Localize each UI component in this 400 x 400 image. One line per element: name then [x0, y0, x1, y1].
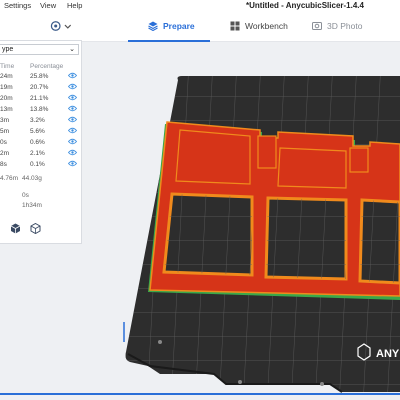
total-time: 1h34m [22, 202, 42, 209]
table-row: 2m 2.1% [0, 149, 80, 160]
table-row: 24m 25.8% [0, 72, 80, 83]
table-row: 8s 0.1% [0, 160, 80, 171]
row-percentage: 2.1% [30, 150, 45, 157]
bottom-accent-line [0, 393, 400, 395]
row-time: 13m [0, 106, 13, 113]
view-orientation-button[interactable] [50, 19, 72, 33]
cube-wireframe-icon [30, 222, 41, 235]
row-percentage: 20.7% [30, 84, 49, 91]
cube-wireframe-view-button[interactable] [30, 222, 42, 235]
row-time: 2m [0, 150, 10, 157]
brand-text: ANY [376, 348, 400, 360]
eye-icon[interactable] [67, 94, 78, 103]
main-toolbar: Prepare Workbench 3D Photo [0, 10, 400, 42]
model-post [349, 147, 369, 173]
menu-help[interactable]: Help [67, 1, 82, 10]
row-time: 5m [0, 128, 10, 135]
row-percentage: 25.8% [30, 73, 49, 80]
tab-3d-photo-label: 3D Photo [327, 21, 363, 31]
chevron-down-icon [64, 24, 72, 29]
window-grid [266, 198, 346, 279]
row-time: 8s [0, 161, 7, 168]
menu-view[interactable]: View [40, 1, 56, 10]
filament-weight: 44.03g [22, 175, 42, 182]
eye-icon[interactable] [67, 105, 78, 114]
row-time: 19m [0, 84, 13, 91]
row-time: 3m [0, 117, 10, 124]
line-type-select[interactable]: ype ⌄ [0, 44, 79, 55]
window-grid [164, 194, 252, 275]
table-row: 13m 13.8% [0, 105, 80, 116]
percentage-header: Percentage [30, 63, 64, 70]
eye-icon[interactable] [67, 138, 78, 147]
row-percentage: 0.6% [30, 139, 45, 146]
cube-stack-icon [148, 21, 158, 31]
table-row: 0s 0.6% [0, 138, 80, 149]
slice-stats-panel: ype ⌄ Time Percentage 24m 25.8% 19m 20.7% … [0, 40, 82, 244]
title-bar: Settings View Help *Untitled - AnycubicS… [0, 0, 400, 10]
eye-icon[interactable] [67, 72, 78, 81]
row-percentage: 0.1% [30, 161, 45, 168]
row-percentage: 3.2% [30, 117, 45, 124]
row-percentage: 13.8% [30, 106, 49, 113]
time-header: Time [0, 63, 15, 70]
eye-icon[interactable] [67, 116, 78, 125]
tab-3d-photo[interactable]: 3D Photo [312, 21, 362, 31]
row-percentage: 21.1% [30, 95, 49, 102]
filament-length: 4.76m [0, 175, 19, 182]
bed-screw [238, 380, 242, 384]
tab-prepare-label: Prepare [163, 21, 195, 31]
prepare-time: 0s [22, 192, 29, 199]
row-percentage: 5.6% [30, 128, 45, 135]
photo-icon [312, 22, 322, 30]
table-row: 5m 5.6% [0, 127, 80, 138]
table-row: 3m 3.2% [0, 116, 80, 127]
line-type-select-value: ype [2, 46, 14, 53]
target-icon [50, 21, 61, 31]
tab-workbench[interactable]: Workbench [230, 21, 288, 31]
table-row: 19m 20.7% [0, 83, 80, 94]
cube-solid-view-button[interactable] [10, 223, 22, 235]
eye-icon[interactable] [67, 160, 78, 169]
row-time: 0s [0, 139, 7, 146]
menu-settings[interactable]: Settings [4, 1, 31, 10]
eye-icon[interactable] [67, 149, 78, 158]
row-time: 20m [0, 95, 13, 102]
row-time: 24m [0, 73, 13, 80]
tab-prepare[interactable]: Prepare [148, 21, 195, 31]
eye-icon[interactable] [67, 83, 78, 92]
model-post [257, 135, 277, 169]
window-title: *Untitled - AnycubicSlicer-1.4.4 [246, 1, 364, 10]
chevron-down-icon: ⌄ [69, 46, 75, 53]
tab-workbench-label: Workbench [245, 21, 288, 31]
grid-icon [230, 21, 240, 31]
table-row: 20m 21.1% [0, 94, 80, 105]
bed-screw [158, 340, 162, 344]
window-grid [360, 200, 400, 283]
bed-screw [320, 382, 324, 386]
cube-solid-icon [10, 223, 21, 234]
eye-icon[interactable] [67, 127, 78, 136]
